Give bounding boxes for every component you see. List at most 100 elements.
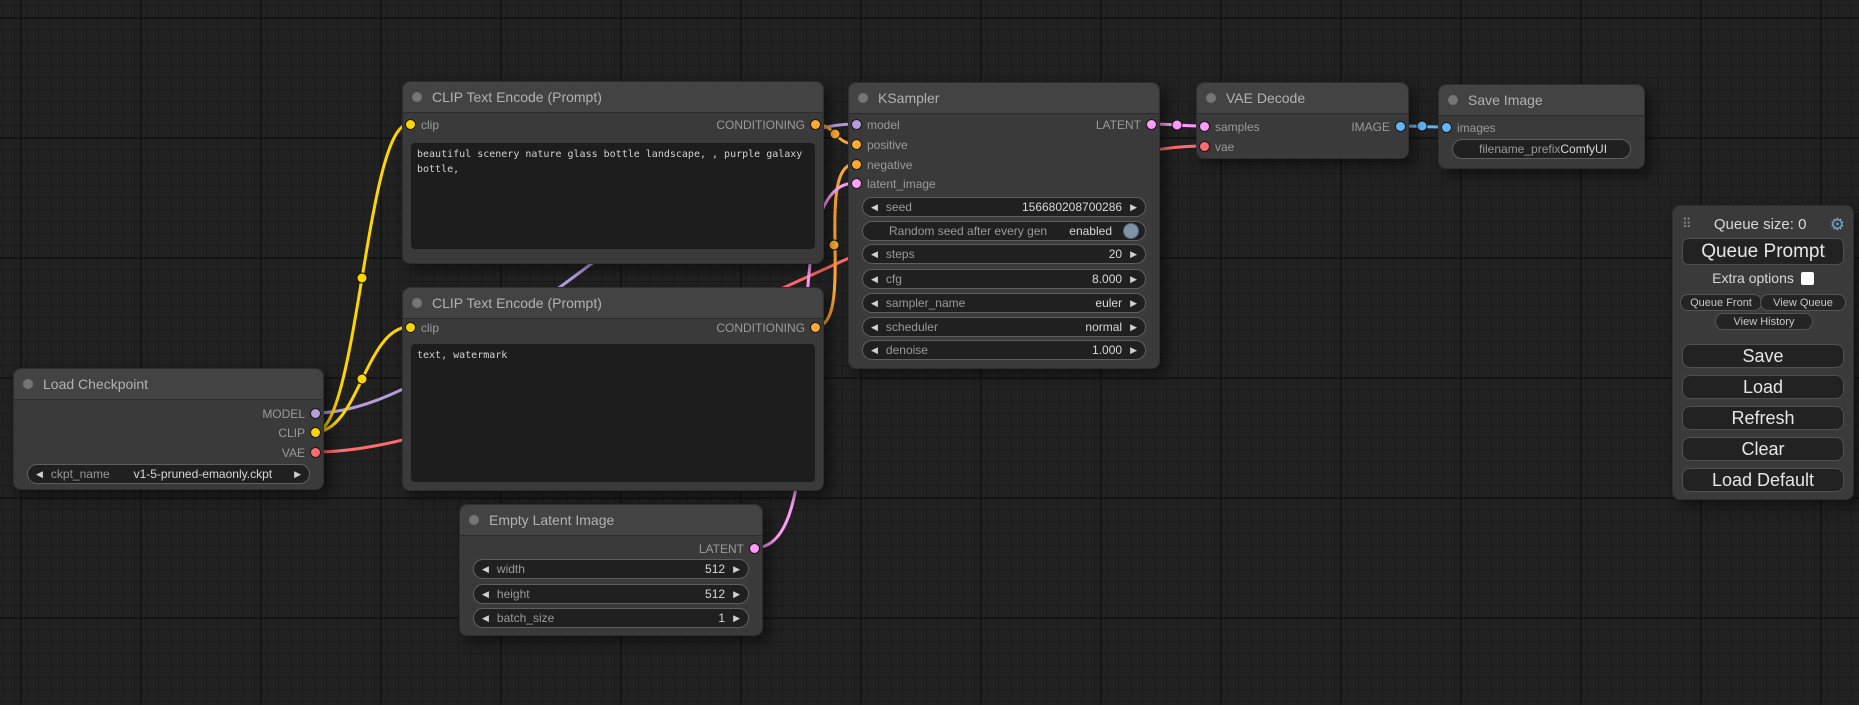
- widget-ckpt-name[interactable]: ◀ ckpt_name v1-5-pruned-emaonly.ckpt ▶: [27, 464, 310, 484]
- decrement-arrow-icon[interactable]: ◀: [863, 299, 886, 308]
- view-history-button[interactable]: View History: [1715, 313, 1813, 330]
- gear-icon[interactable]: ⚙: [1830, 216, 1845, 233]
- node-load-checkpoint[interactable]: Load Checkpoint MODEL CLIP VAE ◀ ckpt_na…: [13, 368, 324, 490]
- widget-scheduler[interactable]: ◀ scheduler normal ▶: [862, 317, 1146, 337]
- link-dot-clip-negative: [357, 374, 367, 384]
- widget-width[interactable]: ◀ width 512 ▶: [473, 559, 749, 579]
- latent-port-icon[interactable]: [749, 543, 760, 554]
- conditioning-port-icon[interactable]: [851, 139, 862, 150]
- increment-arrow-icon[interactable]: ▶: [725, 565, 748, 574]
- increment-arrow-icon[interactable]: ▶: [1122, 323, 1145, 332]
- vae-port-icon[interactable]: [1199, 141, 1210, 152]
- refresh-button[interactable]: Refresh: [1682, 406, 1844, 430]
- port-latent-image-input[interactable]: latent_image: [849, 175, 1159, 193]
- widget-sampler-name[interactable]: ◀ sampler_name euler ▶: [862, 293, 1146, 313]
- port-latent-output[interactable]: LATENT: [460, 540, 762, 558]
- port-label: VAE: [282, 446, 305, 460]
- port-image-output[interactable]: IMAGE: [1197, 118, 1408, 136]
- collapse-dot-icon[interactable]: [1206, 93, 1216, 103]
- vae-port-icon[interactable]: [310, 447, 321, 458]
- decrement-arrow-icon[interactable]: ◀: [863, 250, 886, 259]
- increment-arrow-icon[interactable]: ▶: [725, 614, 748, 623]
- view-queue-button[interactable]: View Queue: [1760, 294, 1846, 311]
- port-clip-output[interactable]: CLIP: [14, 424, 323, 442]
- increment-arrow-icon[interactable]: ▶: [1122, 299, 1145, 308]
- widget-height[interactable]: ◀ height 512 ▶: [473, 584, 749, 604]
- decrement-arrow-icon[interactable]: ◀: [863, 323, 886, 332]
- conditioning-port-icon[interactable]: [851, 159, 862, 170]
- widget-denoise[interactable]: ◀ denoise 1.000 ▶: [862, 340, 1146, 360]
- node-clip-text-encode-negative-title[interactable]: CLIP Text Encode (Prompt): [403, 288, 823, 319]
- widget-batch-size[interactable]: ◀ batch_size 1 ▶: [473, 608, 749, 628]
- node-ksampler-title[interactable]: KSampler: [849, 83, 1159, 114]
- latent-port-icon[interactable]: [851, 178, 862, 189]
- node-clip-text-encode-positive[interactable]: CLIP Text Encode (Prompt) clip CONDITION…: [402, 81, 824, 264]
- node-save-image[interactable]: Save Image images filename_prefix ComfyU…: [1438, 84, 1645, 169]
- node-load-checkpoint-title[interactable]: Load Checkpoint: [14, 369, 323, 400]
- port-model-output[interactable]: MODEL: [14, 405, 323, 423]
- port-vae-input[interactable]: vae: [1197, 138, 1408, 156]
- collapse-dot-icon[interactable]: [1448, 95, 1458, 105]
- port-images-input[interactable]: images: [1439, 119, 1644, 137]
- increment-arrow-icon[interactable]: ▶: [1122, 346, 1145, 355]
- node-vae-decode-title[interactable]: VAE Decode: [1197, 83, 1408, 114]
- port-label: IMAGE: [1351, 120, 1390, 134]
- collapse-dot-icon[interactable]: [412, 298, 422, 308]
- decrement-arrow-icon[interactable]: ◀: [474, 590, 497, 599]
- port-conditioning-output[interactable]: CONDITIONING: [403, 319, 823, 337]
- widget-filename-prefix[interactable]: filename_prefix ComfyUI: [1452, 139, 1631, 159]
- model-port-icon[interactable]: [310, 408, 321, 419]
- collapse-dot-icon[interactable]: [469, 515, 479, 525]
- port-latent-output[interactable]: LATENT: [849, 116, 1159, 134]
- widget-seed[interactable]: ◀ seed 156680208700286 ▶: [862, 197, 1146, 217]
- port-negative-input[interactable]: negative: [849, 156, 1159, 174]
- image-port-icon[interactable]: [1441, 122, 1452, 133]
- load-default-button[interactable]: Load Default: [1682, 468, 1844, 492]
- port-positive-input[interactable]: positive: [849, 136, 1159, 154]
- latent-port-icon[interactable]: [1146, 119, 1157, 130]
- increment-arrow-icon[interactable]: ▶: [1122, 275, 1145, 284]
- increment-arrow-icon[interactable]: ▶: [1122, 250, 1145, 259]
- save-button[interactable]: Save: [1682, 344, 1844, 368]
- conditioning-port-icon[interactable]: [810, 322, 821, 333]
- image-port-icon[interactable]: [1395, 121, 1406, 132]
- widget-steps[interactable]: ◀ steps 20 ▶: [862, 244, 1146, 264]
- node-vae-decode[interactable]: VAE Decode samples vae IMAGE: [1196, 82, 1409, 159]
- clip-port-icon[interactable]: [310, 427, 321, 438]
- increment-arrow-icon[interactable]: ▶: [1122, 203, 1145, 212]
- decrement-arrow-icon[interactable]: ◀: [28, 470, 51, 479]
- widget-cfg[interactable]: ◀ cfg 8.000 ▶: [862, 269, 1146, 289]
- decrement-arrow-icon[interactable]: ◀: [863, 275, 886, 284]
- node-ksampler[interactable]: KSampler model positive negative latent_…: [848, 82, 1160, 369]
- load-button[interactable]: Load: [1682, 375, 1844, 399]
- port-conditioning-output[interactable]: CONDITIONING: [403, 116, 823, 134]
- conditioning-port-icon[interactable]: [810, 119, 821, 130]
- port-label: LATENT: [1096, 118, 1141, 132]
- decrement-arrow-icon[interactable]: ◀: [474, 614, 497, 623]
- decrement-arrow-icon[interactable]: ◀: [863, 346, 886, 355]
- node-graph-canvas[interactable]: Load Checkpoint MODEL CLIP VAE ◀ ckpt_na…: [0, 0, 1859, 705]
- extra-options-checkbox[interactable]: [1801, 272, 1814, 285]
- node-save-image-title[interactable]: Save Image: [1439, 85, 1644, 116]
- link-dot-conditioning-positive: [830, 129, 840, 139]
- collapse-dot-icon[interactable]: [858, 93, 868, 103]
- widget-random-seed-toggle[interactable]: Random seed after every gen enabled: [862, 221, 1146, 241]
- port-vae-output[interactable]: VAE: [14, 444, 323, 462]
- increment-arrow-icon[interactable]: ▶: [286, 470, 309, 479]
- queue-prompt-button[interactable]: Queue Prompt: [1682, 238, 1844, 265]
- negative-prompt-textarea[interactable]: text, watermark: [411, 344, 815, 482]
- collapse-dot-icon[interactable]: [412, 92, 422, 102]
- positive-prompt-textarea[interactable]: beautiful scenery nature glass bottle la…: [411, 143, 815, 249]
- clear-button[interactable]: Clear: [1682, 437, 1844, 461]
- decrement-arrow-icon[interactable]: ◀: [863, 203, 886, 212]
- queue-front-button[interactable]: Queue Front: [1680, 294, 1762, 311]
- node-empty-latent-image[interactable]: Empty Latent Image LATENT ◀ width 512 ▶ …: [459, 504, 763, 636]
- increment-arrow-icon[interactable]: ▶: [725, 590, 748, 599]
- node-clip-text-encode-negative[interactable]: CLIP Text Encode (Prompt) clip CONDITION…: [402, 287, 824, 491]
- collapse-dot-icon[interactable]: [23, 379, 33, 389]
- node-empty-latent-image-title[interactable]: Empty Latent Image: [460, 505, 762, 536]
- drag-handle-icon[interactable]: ⠿: [1682, 216, 1691, 232]
- node-clip-text-encode-positive-title[interactable]: CLIP Text Encode (Prompt): [403, 82, 823, 113]
- decrement-arrow-icon[interactable]: ◀: [474, 565, 497, 574]
- toggle-knob-icon[interactable]: [1123, 223, 1139, 239]
